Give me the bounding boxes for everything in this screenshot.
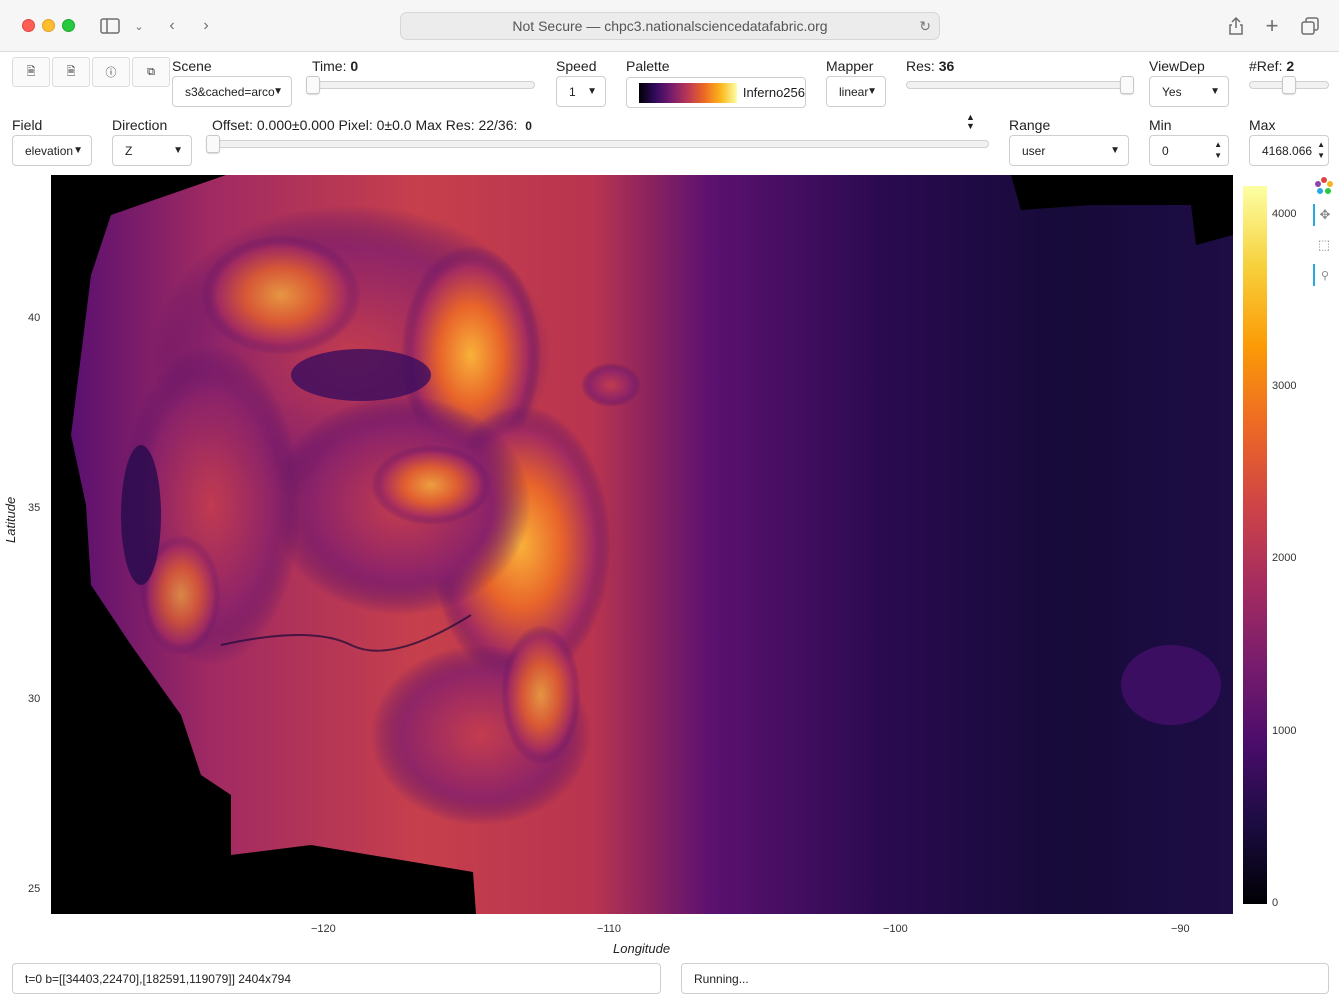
time-label: Time: 0 <box>312 58 359 74</box>
time-slider-handle[interactable] <box>306 76 320 94</box>
speed-label: Speed <box>556 58 597 74</box>
min-stepper-icon[interactable]: ▲ ▼ <box>1214 139 1222 161</box>
speed-select[interactable]: 1 ▼ <box>556 76 606 107</box>
x-tick-label: −100 <box>883 923 908 935</box>
colorbar-tick-label: 0 <box>1272 897 1279 909</box>
y-tick-label: 40 <box>28 312 41 324</box>
forward-icon[interactable]: › <box>196 14 216 38</box>
mapper-select[interactable]: linear ▼ <box>826 76 886 107</box>
caret-down-icon: ▼ <box>1110 145 1120 156</box>
direction-select[interactable]: Z ▼ <box>112 135 192 166</box>
address-bar[interactable]: Not Secure — chpc3.nationalsciencedatafa… <box>400 12 940 40</box>
bokeh-logo-icon[interactable] <box>1313 175 1335 197</box>
colorbar-tick-label: 3000 <box>1272 380 1297 392</box>
range-value: user <box>1022 143 1046 158</box>
speed-value: 1 <box>569 84 576 99</box>
y-axis-title: Latitude <box>3 496 18 543</box>
direction-value: Z <box>125 143 133 158</box>
scene-select[interactable]: s3&cached=arco ▼ <box>172 76 292 107</box>
share-icon[interactable] <box>1226 14 1246 38</box>
max-stepper-icon[interactable]: ▲ ▼ <box>1317 139 1325 161</box>
mapper-value: linear <box>839 84 869 99</box>
field-value: elevation <box>25 143 74 158</box>
field-label: Field <box>12 117 43 133</box>
ref-label: #Ref: 2 <box>1249 58 1295 74</box>
bounds-status-text: t=0 b=[[34403,22470],[182591,119079]] 24… <box>25 971 292 986</box>
scene-label: Scene <box>172 58 212 74</box>
close-window-button[interactable] <box>22 19 35 32</box>
new-tab-icon[interactable]: + <box>1262 13 1282 38</box>
y-tick-label: 35 <box>28 502 41 514</box>
elevation-map[interactable] <box>51 175 1233 914</box>
zoom-window-button[interactable] <box>62 19 75 32</box>
colorbar <box>1243 186 1267 904</box>
palette-select[interactable]: Inferno256 <box>626 77 806 108</box>
colorbar-tick-label: 1000 <box>1272 725 1297 737</box>
offset-slider-handle[interactable] <box>206 135 220 153</box>
wheel-zoom-tool-icon[interactable]: ⚲ <box>1313 264 1335 286</box>
max-input[interactable]: 4168.066 ▲ ▼ <box>1249 135 1329 166</box>
range-select[interactable]: user ▼ <box>1009 135 1129 166</box>
run-status: Running... <box>681 963 1329 994</box>
x-tick-label: −110 <box>597 923 621 935</box>
sidebar-toggle-icon[interactable] <box>98 14 122 38</box>
viewdep-label: ViewDep <box>1149 58 1205 74</box>
offset-label: Offset: 0.000±0.000 Pixel: 0±0.0 Max Res… <box>212 117 532 133</box>
caret-down-icon: ▼ <box>73 145 83 156</box>
open-file-icon[interactable]: 🗎 <box>12 57 50 87</box>
res-label: Res: 36 <box>906 58 955 74</box>
chevron-down-icon[interactable]: ⌄ <box>132 14 146 38</box>
tab-overview-icon[interactable] <box>1300 14 1320 38</box>
colorbar-tick-label: 2000 <box>1272 552 1297 564</box>
offset-stepper-icon[interactable]: ▲ ▼ <box>966 113 975 131</box>
dashboard: 🗎 🗎 ⓘ ⧉ Scene s3&cached=arco ▼ Time: 0 Sp… <box>0 53 1339 994</box>
field-select[interactable]: elevation ▼ <box>12 135 92 166</box>
run-status-text: Running... <box>694 971 749 986</box>
save-file-icon[interactable]: 🗎 <box>52 57 90 87</box>
x-axis-title: Longitude <box>613 941 671 956</box>
time-slider[interactable] <box>312 81 535 89</box>
min-input[interactable]: 0 ▲ ▼ <box>1149 135 1229 166</box>
min-label: Min <box>1149 117 1172 133</box>
box-zoom-tool-icon[interactable]: ⬚ <box>1313 234 1335 256</box>
x-tick-label: −90 <box>1171 923 1190 935</box>
minimize-window-button[interactable] <box>42 19 55 32</box>
viewdep-select[interactable]: Yes ▼ <box>1149 76 1229 107</box>
palette-swatch <box>639 82 737 103</box>
caret-down-icon: ▼ <box>1210 86 1220 97</box>
pan-tool-icon[interactable]: ✥ <box>1313 204 1335 226</box>
caret-down-icon: ▼ <box>867 86 877 97</box>
colorbar-tick-label: 4000 <box>1272 208 1297 220</box>
res-slider[interactable] <box>906 81 1134 89</box>
x-tick-label: −120 <box>311 923 336 935</box>
caret-down-icon: ▼ <box>587 86 597 97</box>
browser-toolbar: ⌄ ‹ › Not Secure — chpc3.nationalscience… <box>0 0 1339 52</box>
max-label: Max <box>1249 117 1276 133</box>
elevation-map-image <box>71 175 1233 914</box>
offset-slider[interactable] <box>212 140 989 148</box>
palette-value: Inferno256 <box>742 85 805 100</box>
url-text: Not Secure — chpc3.nationalsciencedatafa… <box>512 18 828 34</box>
min-value: 0 <box>1162 143 1169 158</box>
copy-icon[interactable]: ⧉ <box>132 57 170 87</box>
range-label: Range <box>1009 117 1051 133</box>
mapper-label: Mapper <box>826 58 874 74</box>
back-icon[interactable]: ‹ <box>162 14 182 38</box>
caret-down-icon: ▼ <box>273 86 283 97</box>
bounds-status: t=0 b=[[34403,22470],[182591,119079]] 24… <box>12 963 661 994</box>
y-tick-label: 30 <box>28 693 41 705</box>
reload-icon[interactable]: ↻ <box>919 18 931 35</box>
y-tick-label: 25 <box>28 883 41 895</box>
info-icon[interactable]: ⓘ <box>92 57 130 87</box>
ref-slider-handle[interactable] <box>1282 76 1296 94</box>
viewdep-value: Yes <box>1162 84 1182 99</box>
direction-label: Direction <box>112 117 168 133</box>
max-value: 4168.066 <box>1262 143 1313 158</box>
palette-label: Palette <box>626 58 670 74</box>
scene-value: s3&cached=arco <box>185 84 275 99</box>
caret-down-icon: ▼ <box>173 145 183 156</box>
res-slider-handle[interactable] <box>1120 76 1134 94</box>
